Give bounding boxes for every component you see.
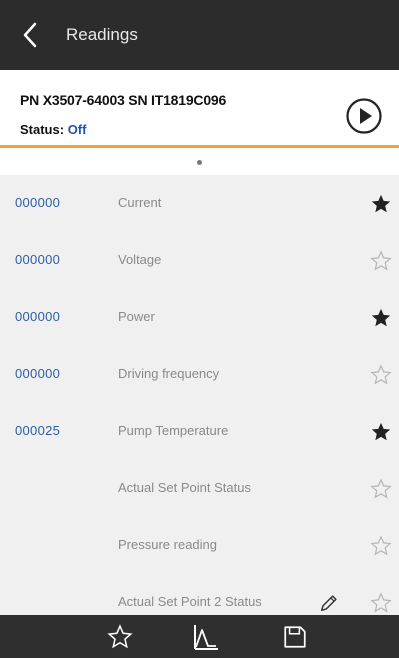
- reading-row[interactable]: 000000 Current: [0, 177, 399, 234]
- reading-row[interactable]: 000025 Pump Temperature: [0, 405, 399, 462]
- pencil-icon[interactable]: [318, 592, 340, 614]
- save-icon: [284, 625, 306, 648]
- reading-label: Actual Set Point Status: [118, 480, 251, 495]
- star-outline-icon[interactable]: [370, 478, 392, 500]
- star-filled-icon[interactable]: [370, 307, 392, 329]
- reading-label: Voltage: [118, 252, 162, 267]
- reading-row[interactable]: 000000 Driving frequency: [0, 348, 399, 405]
- chart-icon: [194, 624, 218, 650]
- chart-tab[interactable]: [185, 615, 225, 658]
- reading-value: 000025: [15, 423, 61, 438]
- reading-row[interactable]: 000000 Power: [0, 291, 399, 348]
- reading-label: Pump Temperature: [118, 423, 229, 438]
- star-filled-icon[interactable]: [370, 193, 392, 215]
- readings-list[interactable]: 000000 Current 000000 Voltage 000000 Pow…: [0, 175, 399, 615]
- reading-label: Current: [118, 195, 162, 210]
- reading-row[interactable]: Pressure reading: [0, 519, 399, 576]
- reading-value: 000000: [15, 195, 61, 210]
- star-outline-icon[interactable]: [370, 592, 392, 614]
- reading-value: 000000: [15, 366, 61, 381]
- back-button[interactable]: [0, 0, 60, 70]
- device-status: Status: Off: [20, 122, 86, 137]
- status-value: Off: [67, 122, 87, 137]
- reading-label: Pressure reading: [118, 537, 217, 552]
- star-outline-icon[interactable]: [370, 535, 392, 557]
- star-outline-icon: [107, 623, 133, 648]
- star-outline-icon[interactable]: [370, 364, 392, 386]
- app-bar: Readings: [0, 0, 399, 70]
- page-dot: [197, 159, 202, 165]
- reading-row[interactable]: 000000 Voltage: [0, 234, 399, 291]
- device-header: PN X3507-64003 SN IT1819C096 Status: Off: [0, 70, 399, 148]
- save-tab[interactable]: [275, 615, 315, 658]
- reading-value: 000000: [15, 309, 61, 324]
- page-title: Readings: [66, 25, 138, 44]
- play-button[interactable]: [345, 97, 383, 135]
- reading-value: 000000: [15, 252, 61, 267]
- reading-row[interactable]: Actual Set Point 2 Status: [0, 576, 399, 615]
- star-filled-icon[interactable]: [370, 421, 392, 443]
- star-outline-icon[interactable]: [370, 250, 392, 272]
- status-label: Status:: [20, 122, 65, 137]
- reading-label: Driving frequency: [118, 366, 220, 381]
- reading-label: Actual Set Point 2 Status: [118, 594, 262, 609]
- bottom-navigation: [0, 615, 399, 658]
- reading-label: Power: [118, 309, 155, 324]
- device-pn-sn: PN X3507-64003 SN IT1819C096: [20, 92, 227, 108]
- chevron-left-icon: [23, 22, 37, 48]
- favorites-tab[interactable]: [100, 615, 140, 658]
- page-indicator: [0, 151, 399, 173]
- reading-row[interactable]: Actual Set Point Status: [0, 462, 399, 519]
